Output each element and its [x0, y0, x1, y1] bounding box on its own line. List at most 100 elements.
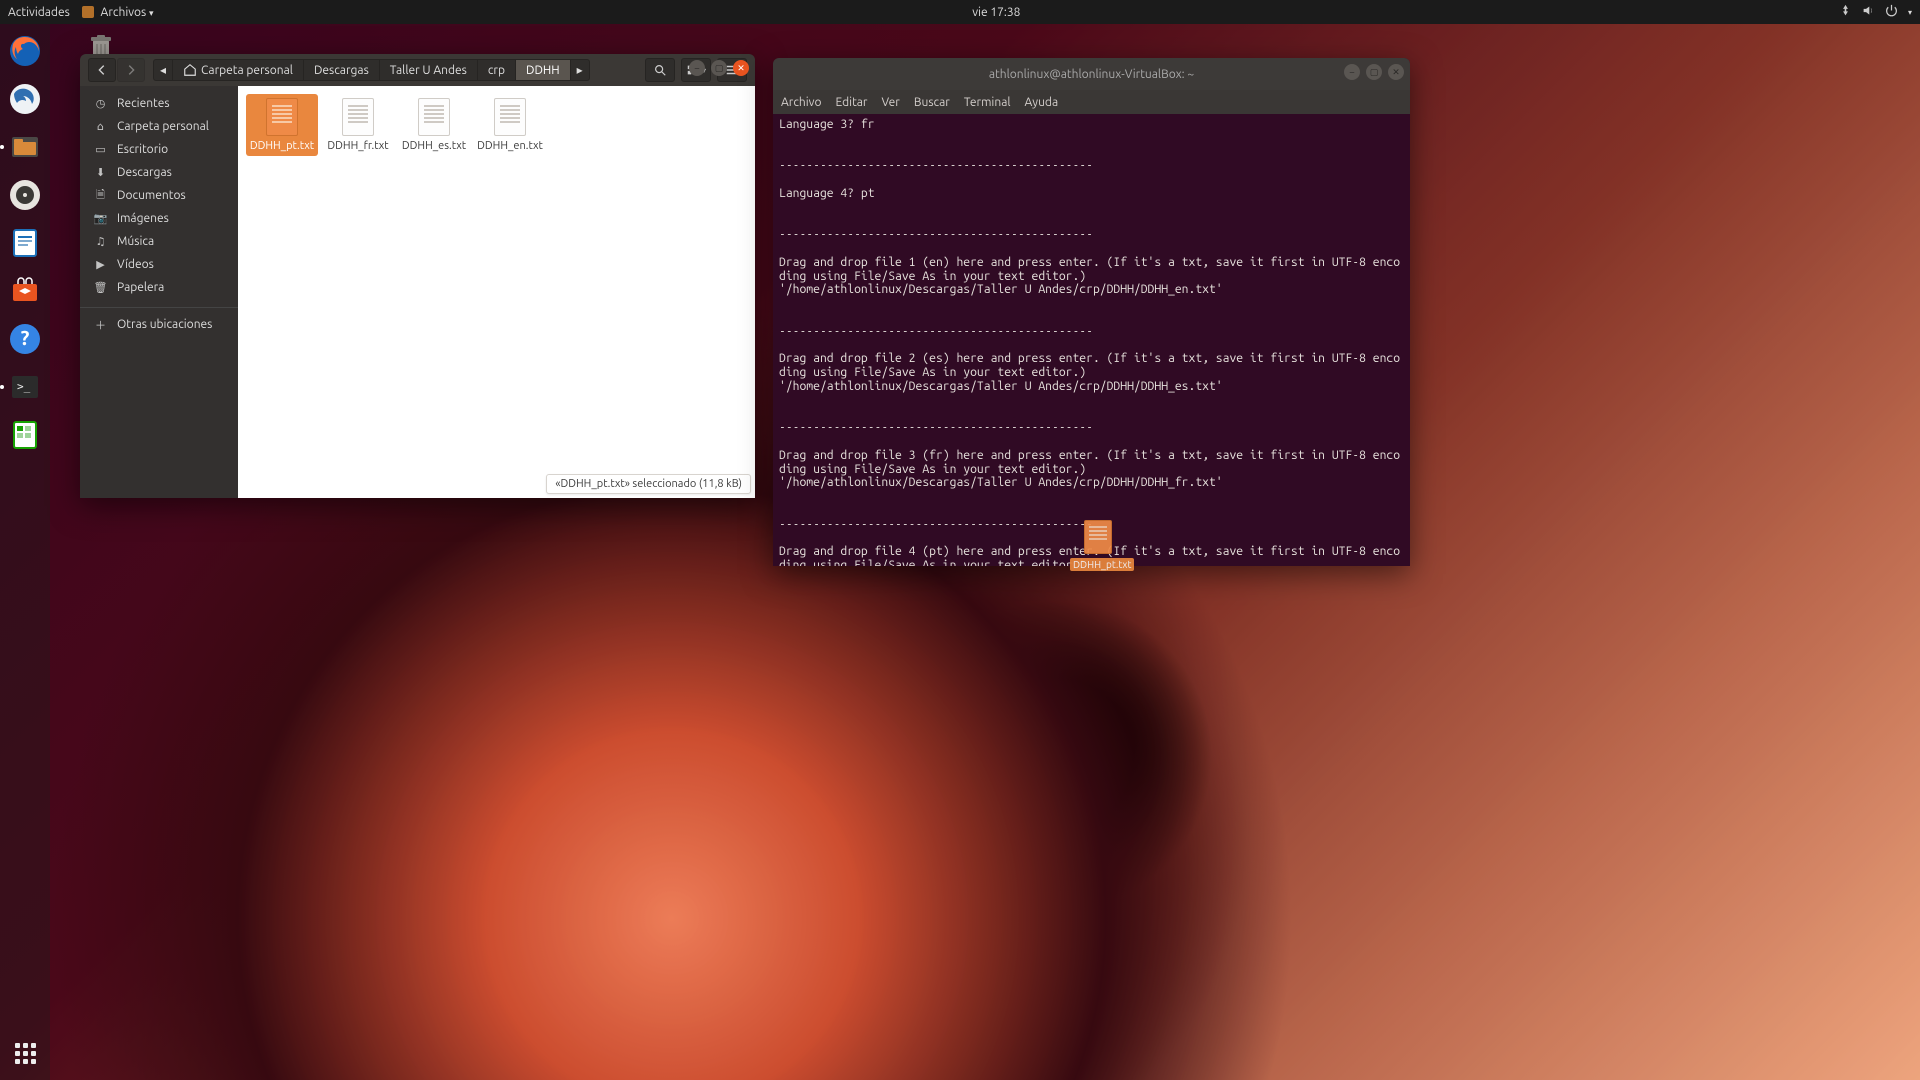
terminal-window: athlonlinux@athlonlinux-VirtualBox: ~ – … — [773, 58, 1410, 566]
file-icon — [418, 98, 450, 136]
activities-button[interactable]: Actividades — [8, 6, 70, 19]
search-button[interactable] — [645, 58, 675, 82]
sidebar-item-label: Vídeos — [117, 258, 154, 271]
terminal-title: athlonlinux@athlonlinux-VirtualBox: ~ — [989, 68, 1194, 81]
sidebar-item-doc[interactable]: 🗎 Documentos — [80, 184, 238, 207]
music-icon: ♫ — [94, 235, 107, 248]
file-item[interactable]: DDHH_fr.​txt — [322, 94, 394, 156]
clock-icon: ◷ — [94, 97, 107, 110]
file-label: DDHH_en.​txt — [477, 140, 543, 152]
sidebar-item-label: Música — [117, 235, 154, 248]
drag-ghost-label: DDHH_pt.txt — [1070, 558, 1134, 571]
sidebar-item-label: Carpeta personal — [117, 120, 209, 133]
trash-icon: 🗑 — [94, 281, 107, 294]
sidebar-item-desktop[interactable]: ▭ Escritorio — [80, 138, 238, 161]
sidebar-item-plus[interactable]: ＋Otras ubicaciones — [80, 307, 238, 336]
file-icon — [494, 98, 526, 136]
crumb-3[interactable]: crp — [478, 59, 516, 81]
top-bar: Actividades Archivos vie 17:38 ▾ — [0, 0, 1920, 24]
files-sidebar: ◷ Recientes ⌂ Carpeta personal ▭ Escritorio ⬇ D… — [80, 86, 238, 498]
dock-files[interactable] — [4, 126, 46, 168]
home-icon: ⌂ — [94, 120, 107, 133]
desktop-icon: ▭ — [94, 143, 107, 156]
video-icon: ▶ — [94, 258, 107, 271]
menu-editar[interactable]: Editar — [836, 96, 868, 109]
files-titlebar[interactable]: ◂ Carpeta personal Descargas Taller U An… — [80, 54, 755, 86]
sidebar-item-label: Documentos — [117, 189, 186, 202]
plus-icon: ＋ — [94, 318, 107, 331]
crumb-home[interactable]: Carpeta personal — [173, 59, 304, 81]
close-button[interactable]: ✕ — [733, 60, 749, 76]
volume-icon[interactable] — [1862, 4, 1875, 20]
dock-rhythmbox[interactable] — [4, 174, 46, 216]
sidebar-item-music[interactable]: ♫ Música — [80, 230, 238, 253]
crumb-label: Carpeta personal — [201, 64, 293, 77]
terminal-titlebar[interactable]: athlonlinux@athlonlinux-VirtualBox: ~ – … — [773, 58, 1410, 90]
file-icon — [266, 98, 298, 136]
sidebar-item-trash[interactable]: 🗑 Papelera — [80, 276, 238, 299]
file-label: DDHH_pt.​txt — [250, 140, 314, 152]
dock-thunderbird[interactable] — [4, 78, 46, 120]
sidebar-item-label: Papelera — [117, 281, 164, 294]
maximize-button[interactable]: ▢ — [711, 60, 727, 76]
file-item[interactable]: DDHH_es.​txt — [398, 94, 470, 156]
file-icon — [342, 98, 374, 136]
status-bar: «DDHH_pt.txt» seleccionado (11,8 kB) — [546, 474, 751, 494]
sidebar-item-home[interactable]: ⌂ Carpeta personal — [80, 115, 238, 138]
sidebar-item-label: Escritorio — [117, 143, 168, 156]
show-applications-button[interactable] — [4, 1032, 46, 1074]
image-icon: 📷 — [94, 212, 107, 225]
crumb-2[interactable]: Taller U Andes — [380, 59, 478, 81]
menu-buscar[interactable]: Buscar — [914, 96, 950, 109]
dock: ? >_ — [0, 24, 50, 1080]
app-menu-label: Archivos — [101, 6, 147, 19]
search-icon — [653, 63, 667, 77]
chevron-down-icon[interactable]: ▾ — [1908, 8, 1912, 17]
file-label: DDHH_fr.​txt — [327, 140, 388, 152]
dock-software[interactable] — [4, 270, 46, 312]
dock-help[interactable]: ? — [4, 318, 46, 360]
clock[interactable]: vie 17:38 — [154, 6, 1839, 19]
sidebar-item-label: Imágenes — [117, 212, 169, 225]
power-icon[interactable] — [1885, 4, 1898, 20]
network-icon[interactable] — [1839, 4, 1852, 20]
sidebar-item-download[interactable]: ⬇ Descargas — [80, 161, 238, 184]
minimize-button[interactable]: – — [689, 60, 705, 76]
path-overflow-caret[interactable]: ▸ — [571, 59, 590, 81]
dock-firefox[interactable] — [4, 30, 46, 72]
files-window: ◂ Carpeta personal Descargas Taller U An… — [80, 54, 755, 498]
menu-ver[interactable]: Ver — [881, 96, 899, 109]
terminal-menubar: Archivo Editar Ver Buscar Terminal Ayuda — [773, 90, 1410, 114]
crumb-1[interactable]: Descargas — [304, 59, 380, 81]
home-icon — [183, 63, 197, 77]
crumb-4[interactable]: DDHH — [516, 59, 571, 81]
app-menu[interactable]: Archivos — [82, 6, 154, 19]
menu-terminal[interactable]: Terminal — [964, 96, 1011, 109]
doc-icon: 🗎 — [94, 189, 107, 202]
sidebar-item-video[interactable]: ▶ Vídeos — [80, 253, 238, 276]
file-item[interactable]: DDHH_en.​txt — [474, 94, 546, 156]
menu-ayuda[interactable]: Ayuda — [1025, 96, 1059, 109]
menu-archivo[interactable]: Archivo — [781, 96, 822, 109]
back-button[interactable] — [88, 58, 116, 82]
sidebar-item-image[interactable]: 📷 Imágenes — [80, 207, 238, 230]
sidebar-item-label: Recientes — [117, 97, 170, 110]
minimize-button[interactable]: – — [1344, 64, 1360, 80]
maximize-button[interactable]: ▢ — [1366, 64, 1382, 80]
svg-text:?: ? — [21, 326, 30, 349]
files-pane[interactable]: DDHH_pt.​txt DDHH_fr.​txt DDHH_es.​txt DDHH… — [238, 86, 755, 498]
dock-writer[interactable] — [4, 222, 46, 264]
dock-calc[interactable] — [4, 414, 46, 456]
path-bar: ◂ Carpeta personal Descargas Taller U An… — [153, 59, 590, 81]
drag-ghost: DDHH_pt.txt — [1070, 520, 1126, 571]
close-button[interactable]: ✕ — [1388, 64, 1404, 80]
forward-button[interactable] — [117, 58, 145, 82]
path-root-caret[interactable]: ◂ — [153, 59, 173, 81]
download-icon: ⬇ — [94, 166, 107, 179]
file-item[interactable]: DDHH_pt.​txt — [246, 94, 318, 156]
terminal-output[interactable]: Language 3? fr -------------------------… — [773, 114, 1410, 566]
sidebar-item-label: Descargas — [117, 166, 172, 179]
dock-terminal[interactable]: >_ — [4, 366, 46, 408]
sidebar-item-clock[interactable]: ◷ Recientes — [80, 92, 238, 115]
file-label: DDHH_es.​txt — [402, 140, 466, 152]
